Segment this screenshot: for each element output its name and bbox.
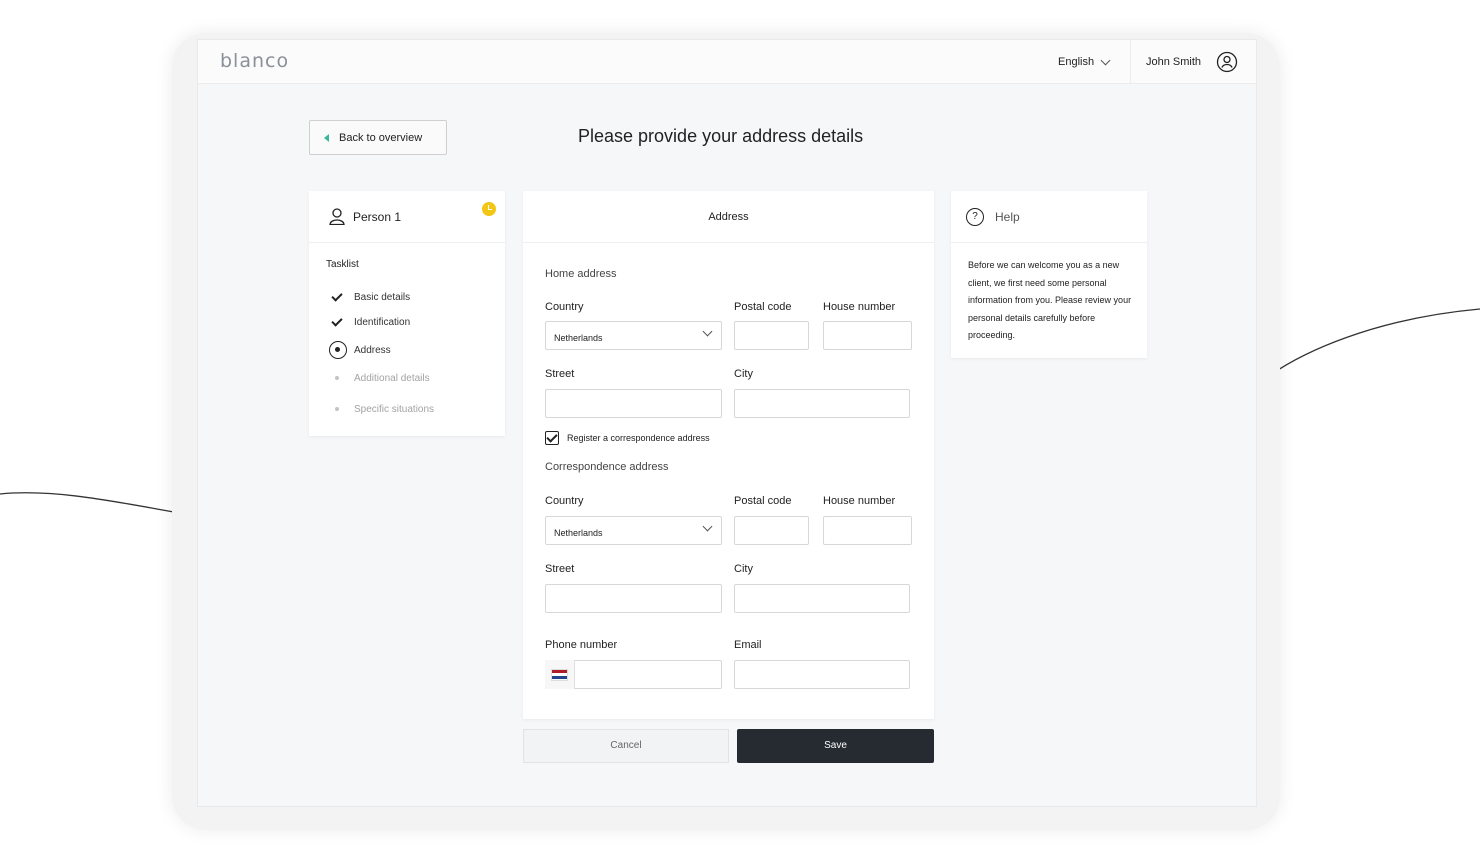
email-input[interactable] bbox=[734, 660, 910, 689]
corr-country-value: Netherlands bbox=[554, 528, 603, 538]
corr-street-label: Street bbox=[545, 563, 575, 575]
pending-dot-icon bbox=[329, 369, 347, 387]
chevron-down-icon bbox=[702, 521, 713, 532]
home-house-input[interactable] bbox=[823, 321, 912, 350]
corr-city-label: City bbox=[734, 563, 753, 575]
home-city-label: City bbox=[734, 368, 753, 380]
task-label: Specific situations bbox=[354, 403, 435, 415]
task-address[interactable]: Address bbox=[329, 341, 391, 359]
current-step-icon bbox=[329, 341, 347, 359]
user-name[interactable]: John Smith bbox=[1146, 56, 1201, 68]
corr-postal-label: Postal code bbox=[734, 495, 792, 507]
corr-country-label: Country bbox=[545, 495, 584, 507]
tasklist-header: Person 1 bbox=[309, 191, 505, 243]
question-mark-icon: ? bbox=[966, 208, 984, 226]
save-button[interactable]: Save bbox=[737, 729, 934, 763]
correspondence-checkbox-label: Register a correspondence address bbox=[567, 433, 710, 443]
language-label: English bbox=[1058, 56, 1095, 68]
corr-postal-input[interactable] bbox=[734, 516, 809, 545]
task-label: Identification bbox=[354, 316, 411, 328]
home-address-title: Home address bbox=[545, 268, 617, 280]
phone-label: Phone number bbox=[545, 639, 618, 651]
home-country-label: Country bbox=[545, 301, 584, 313]
cancel-button[interactable]: Cancel bbox=[523, 729, 729, 763]
page-title: Please provide your address details bbox=[578, 126, 864, 146]
chevron-down-icon bbox=[702, 326, 713, 337]
home-postal-input[interactable] bbox=[734, 321, 809, 350]
clock-icon bbox=[482, 202, 496, 216]
back-arrow-icon bbox=[324, 133, 329, 142]
home-country-select[interactable]: Netherlands bbox=[545, 321, 722, 350]
app-screen: blanco English John Smith Back to overvi… bbox=[197, 39, 1257, 807]
netherlands-flag-icon bbox=[551, 668, 568, 681]
email-label: Email bbox=[734, 639, 762, 651]
chevron-down-icon bbox=[1100, 55, 1111, 65]
person-icon bbox=[329, 208, 345, 225]
language-selector[interactable]: English bbox=[1058, 55, 1111, 68]
tasklist-title: Tasklist bbox=[326, 259, 359, 270]
help-text: Before we can welcome you as a new clien… bbox=[968, 260, 1132, 340]
checkmark-icon bbox=[329, 288, 347, 306]
user-avatar-icon[interactable] bbox=[1216, 51, 1238, 73]
home-postal-label: Postal code bbox=[734, 301, 792, 313]
form-title: Address bbox=[523, 191, 934, 243]
back-to-overview-button[interactable]: Back to overview bbox=[309, 120, 447, 155]
pending-dot-icon bbox=[329, 400, 347, 418]
home-street-label: Street bbox=[545, 368, 575, 380]
help-title: Help bbox=[995, 210, 1020, 224]
person-label: Person 1 bbox=[353, 210, 402, 224]
corr-city-input[interactable] bbox=[734, 584, 910, 613]
home-city-input[interactable] bbox=[734, 389, 910, 418]
task-label: Basic details bbox=[354, 291, 411, 303]
correspondence-checkbox-row[interactable]: Register a correspondence address bbox=[545, 431, 710, 445]
help-header: ? Help bbox=[951, 191, 1147, 243]
logo: blanco bbox=[220, 50, 290, 72]
back-button-label: Back to overview bbox=[339, 131, 423, 144]
corr-house-input[interactable] bbox=[823, 516, 912, 545]
task-specific-situations[interactable]: Specific situations bbox=[329, 400, 434, 418]
home-street-input[interactable] bbox=[545, 389, 722, 418]
home-house-label: House number bbox=[823, 301, 896, 313]
correspondence-checkbox[interactable] bbox=[545, 431, 559, 445]
home-country-value: Netherlands bbox=[554, 333, 603, 343]
stage: blanco English John Smith Back to overvi… bbox=[0, 0, 1480, 863]
divider bbox=[1130, 40, 1131, 84]
task-label: Additional details bbox=[354, 372, 430, 384]
top-bar: blanco English John Smith bbox=[198, 40, 1256, 84]
task-basic-details[interactable]: Basic details bbox=[329, 288, 410, 306]
task-identification[interactable]: Identification bbox=[329, 313, 410, 331]
country-code-selector[interactable] bbox=[545, 660, 575, 689]
corr-house-label: House number bbox=[823, 495, 896, 507]
checkmark-icon bbox=[329, 313, 347, 331]
correspondence-address-title: Correspondence address bbox=[545, 461, 669, 473]
task-additional-details[interactable]: Additional details bbox=[329, 369, 430, 387]
task-label: Address bbox=[354, 344, 391, 356]
corr-country-select[interactable]: Netherlands bbox=[545, 516, 722, 545]
tasklist-card: Person 1 Tasklist Basic details Identifi… bbox=[309, 191, 505, 436]
address-form-card: Address Home address Country Postal code… bbox=[523, 191, 934, 719]
help-card: ? Help Before we can welcome you as a ne… bbox=[951, 191, 1147, 358]
corr-street-input[interactable] bbox=[545, 584, 722, 613]
